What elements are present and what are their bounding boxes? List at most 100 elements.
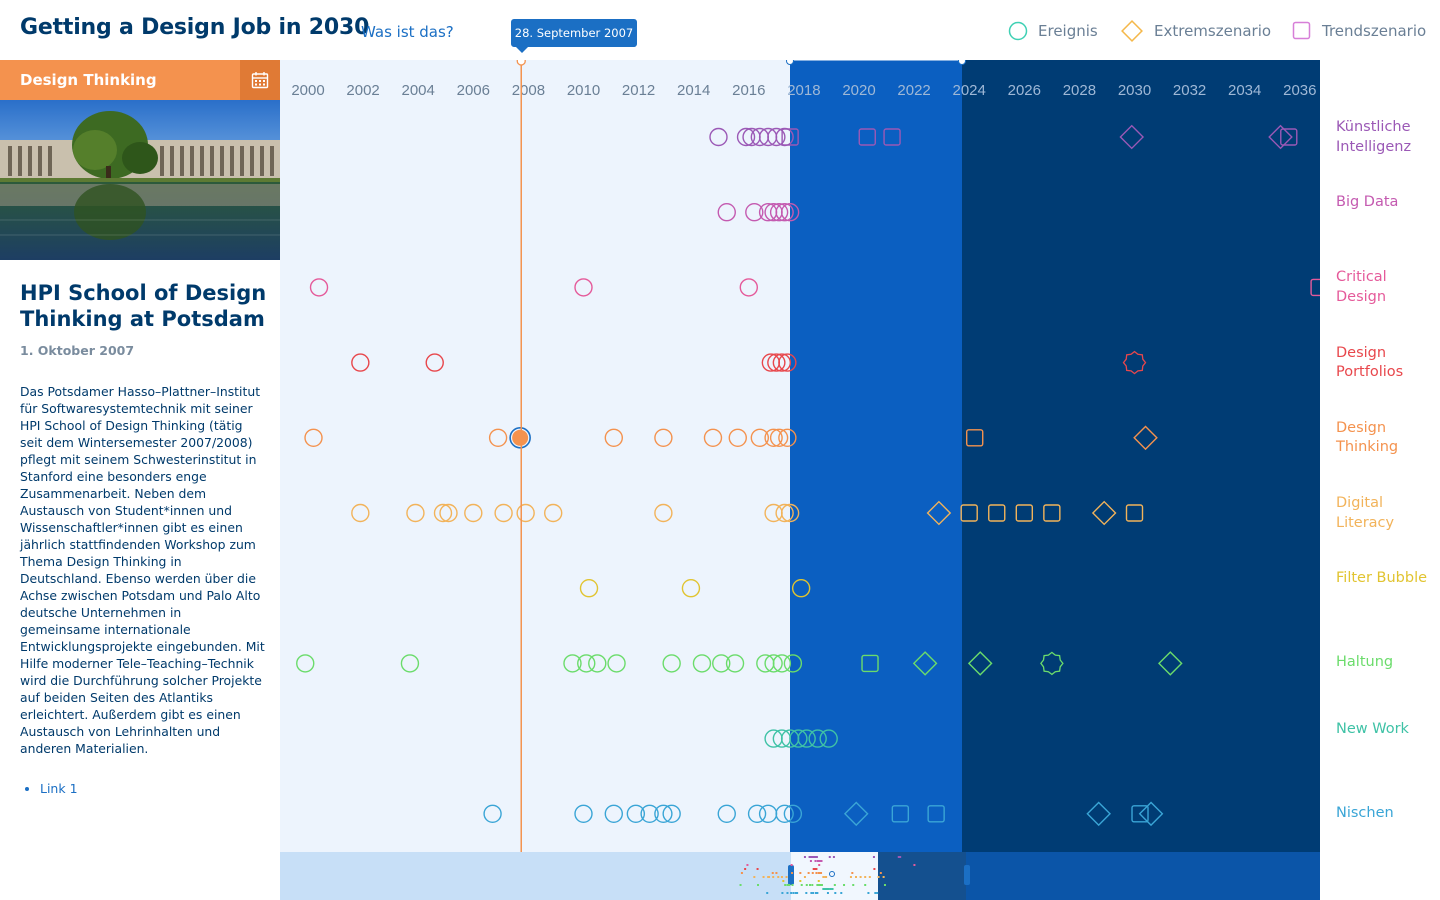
event-description: Das Potsdamer Hasso–Plattner–Institut fü… xyxy=(20,384,265,756)
minimap-dot xyxy=(786,884,789,886)
category-label[interactable]: Design Thinking xyxy=(1336,419,1436,458)
category-label[interactable]: Künstliche Intelligenz xyxy=(1336,118,1436,157)
minimap-dot xyxy=(829,888,832,890)
calendar-icon xyxy=(251,72,269,89)
future-region xyxy=(962,60,1320,852)
event-date: 1. Oktober 2007 xyxy=(20,343,135,358)
event-title: HPI School of Design Thinking at Potsdam xyxy=(20,281,267,331)
minimap-dot xyxy=(825,876,828,878)
minimap-dot xyxy=(790,892,793,894)
minimap-dot xyxy=(831,888,834,890)
minimap-dot xyxy=(775,872,778,874)
category-label[interactable]: Nischen xyxy=(1336,804,1436,824)
minimap-dot xyxy=(791,872,794,874)
minimap-dot xyxy=(832,856,835,858)
year-label: 2004 xyxy=(402,82,435,99)
minimap-dot xyxy=(772,876,775,878)
minimap-dot xyxy=(796,892,799,894)
minimap-dot xyxy=(757,884,760,886)
minimap-dot xyxy=(897,856,900,858)
minimap-dot xyxy=(816,892,819,894)
minimap-dot xyxy=(744,868,747,870)
category-name: Design Thinking xyxy=(20,71,157,89)
timeline-minimap[interactable] xyxy=(280,852,1320,900)
detail-panel: Design Thinking HPI School of Design Thi… xyxy=(0,60,280,900)
present-region xyxy=(790,60,962,852)
minimap-dot xyxy=(868,876,871,878)
minimap-dot xyxy=(815,868,818,870)
category-label[interactable]: Haltung xyxy=(1336,653,1436,673)
minimap-future xyxy=(966,852,1320,900)
minimap-handle-left xyxy=(788,865,794,885)
minimap-dot xyxy=(811,872,814,874)
legend-event[interactable]: Ereignis xyxy=(1008,20,1098,42)
year-label: 2012 xyxy=(622,82,655,99)
minimap-dot xyxy=(762,876,765,878)
event-link[interactable]: Link 1 xyxy=(40,781,78,796)
minimap-dot xyxy=(785,876,788,878)
minimap-dot xyxy=(777,876,780,878)
minimap-canvas[interactable] xyxy=(280,852,1320,900)
minimap-dot xyxy=(864,876,867,878)
category-label[interactable]: Design Portfolios xyxy=(1336,344,1436,383)
minimap-dot xyxy=(883,884,886,886)
minimap-dot xyxy=(867,892,870,894)
legend-trend-scenario[interactable]: Trendszenario xyxy=(1292,20,1426,42)
minimap-dot xyxy=(852,884,855,886)
category-label[interactable]: New Work xyxy=(1336,720,1436,740)
minimap-dot xyxy=(873,868,876,870)
minimap-dot xyxy=(814,860,817,862)
circle-icon xyxy=(1008,21,1028,41)
legend-extreme-scenario[interactable]: Extremszenario xyxy=(1120,20,1271,42)
minimap-dot xyxy=(843,884,846,886)
range-handle-right xyxy=(958,60,966,65)
year-label: 2018 xyxy=(787,82,820,99)
minimap-dot xyxy=(877,876,880,878)
minimap-dot xyxy=(799,872,802,874)
minimap-dot xyxy=(756,868,759,870)
category-labels: Künstliche Intelligenz Big Data Critical D… xyxy=(1320,60,1440,900)
minimap-dot xyxy=(876,892,879,894)
legend-event-label: Ereignis xyxy=(1038,22,1098,40)
selected-event-marker[interactable] xyxy=(512,429,529,446)
minimap-dot xyxy=(834,892,837,894)
minimap-dot xyxy=(803,876,806,878)
timeline-canvas[interactable]: 2000 2002 2004 2006 2008 2010 2012 2014 2016 2018… xyxy=(280,60,1320,852)
minimap-dot xyxy=(879,872,882,874)
year-label: 2030 xyxy=(1118,82,1151,99)
minimap-dot xyxy=(780,876,783,878)
minimap-dot xyxy=(913,864,916,866)
minimap-dot xyxy=(855,876,857,878)
square-icon xyxy=(1292,21,1311,40)
minimap-dot xyxy=(812,892,815,894)
minimap-dot xyxy=(815,856,818,858)
minimap-handle-right xyxy=(964,865,970,885)
category-label[interactable]: Digital Literacy xyxy=(1336,494,1436,533)
minimap-dot xyxy=(768,876,771,878)
minimap-dot xyxy=(782,880,785,882)
calendar-button[interactable] xyxy=(240,60,280,100)
minimap-dot xyxy=(771,872,774,874)
minimap-dot xyxy=(820,872,823,874)
minimap-dot xyxy=(805,892,808,894)
minimap-dot xyxy=(859,876,862,878)
minimap-dot xyxy=(784,884,787,886)
minimap-dot xyxy=(809,884,811,886)
category-bar: Design Thinking xyxy=(0,60,280,100)
selected-date-handle xyxy=(516,60,526,66)
category-label[interactable]: Critical Design xyxy=(1336,268,1436,307)
minimap-dot xyxy=(799,880,802,882)
legend-extreme-label: Extremszenario xyxy=(1154,22,1272,40)
help-link[interactable]: Was ist das? xyxy=(361,23,454,41)
minimap-dot xyxy=(740,872,743,874)
year-label: 2022 xyxy=(897,82,930,99)
timeline-chart[interactable]: 2000 2002 2004 2006 2008 2010 2012 2014 2016 2018… xyxy=(280,60,1320,852)
category-label[interactable]: Big Data xyxy=(1336,193,1436,213)
category-label[interactable]: Filter Bubble xyxy=(1336,569,1436,589)
minimap-dot xyxy=(851,872,854,874)
minimap-dot xyxy=(833,884,836,886)
year-label: 2032 xyxy=(1173,82,1206,99)
year-label: 2034 xyxy=(1228,82,1261,99)
minimap-dot xyxy=(826,892,829,894)
minimap-dot xyxy=(882,876,885,878)
